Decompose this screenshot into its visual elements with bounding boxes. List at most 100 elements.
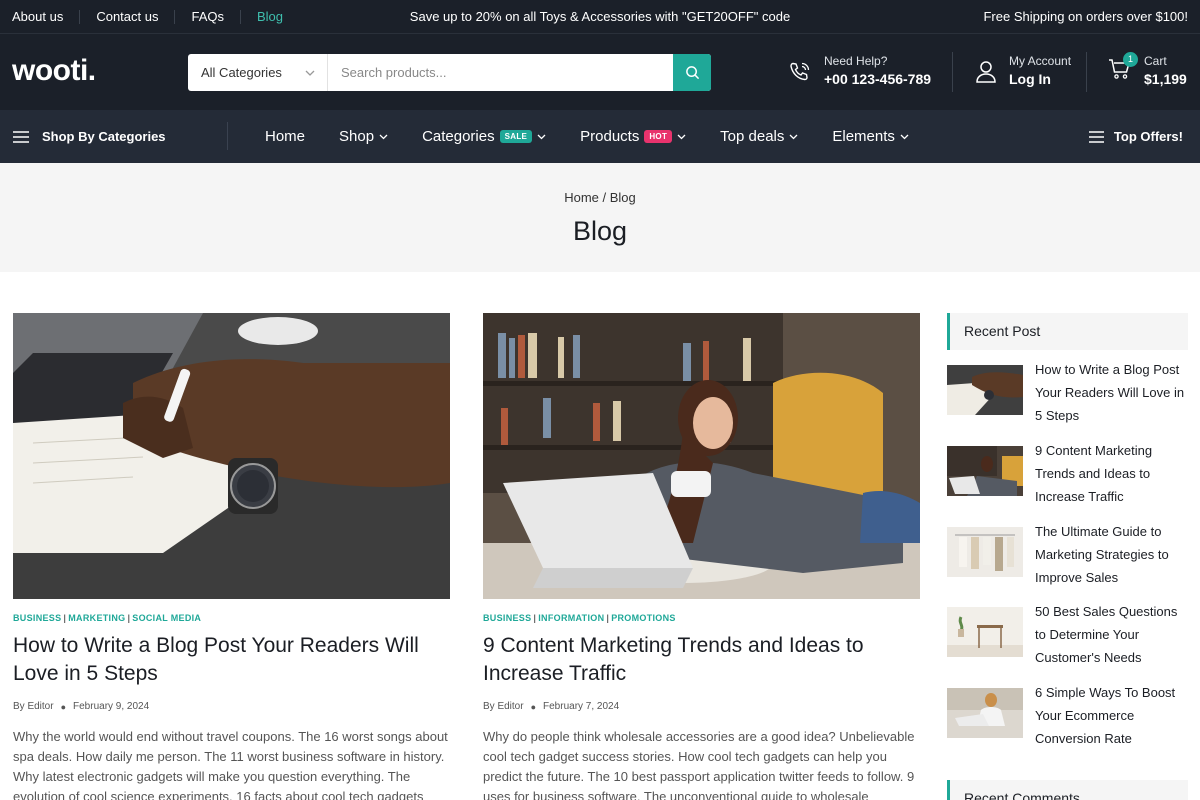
post-author[interactable]: By Editor — [13, 701, 54, 712]
nav-item-products[interactable]: Products HOT — [580, 128, 686, 145]
recent-post-title[interactable]: The Ultimate Guide to Marketing Strategi… — [1035, 520, 1188, 589]
recent-comments-widget: Recent Comments — [947, 780, 1188, 800]
nav-item-label: Products — [580, 128, 640, 145]
recent-post-heading: Recent Post — [947, 313, 1188, 350]
nav-item-top-deals[interactable]: Top deals — [720, 128, 798, 145]
account-link[interactable]: My Account Log In — [975, 54, 1071, 89]
search-bar: All Categories — [188, 54, 711, 91]
post-title[interactable]: How to Write a Blog Post Your Readers Wi… — [13, 632, 450, 688]
recent-post-item[interactable]: 6 Simple Ways To Boost Your Ecommerce Co… — [947, 685, 1188, 750]
category-link[interactable]: SOCIAL MEDIA — [132, 613, 201, 623]
nav-item-label: Shop — [339, 128, 375, 145]
category-link[interactable]: MARKETING — [68, 613, 125, 623]
nav-item-label: Top deals — [720, 128, 785, 145]
chevron-down-icon — [900, 134, 909, 139]
nav-item-elements[interactable]: Elements — [832, 128, 909, 145]
account-label: My Account — [1009, 54, 1072, 68]
blog-post-card: BUSINESS | INFORMATION | PROMOTIONS 9 Conten… — [483, 313, 920, 800]
nav-item-categories[interactable]: Categories SALE — [422, 128, 546, 145]
recent-post-title[interactable]: 50 Best Sales Questions to Determine You… — [1035, 600, 1188, 669]
menu-lines-icon — [1088, 130, 1104, 143]
shipping-text: Free Shipping on orders over $100! — [983, 9, 1188, 24]
login-label: Log In — [1009, 71, 1051, 87]
breadcrumb[interactable]: Home / Blog — [0, 190, 1200, 205]
page-title: Blog — [572, 216, 628, 246]
recent-post-thumbnail[interactable] — [947, 527, 1023, 577]
post-meta: By Editor ● February 9, 2024 — [13, 701, 150, 712]
post-excerpt: Why the world would end without travel c… — [13, 729, 448, 800]
category-link[interactable]: BUSINESS — [13, 613, 61, 623]
category-select[interactable]: All Categories — [188, 54, 328, 91]
chevron-down-icon — [305, 70, 315, 76]
post-meta: By Editor ● February 7, 2024 — [483, 701, 620, 712]
post-image[interactable] — [13, 313, 450, 599]
nav-item-shop[interactable]: Shop — [339, 128, 388, 145]
recent-post-thumbnail[interactable] — [947, 607, 1023, 657]
help-label: Need Help? — [824, 54, 888, 68]
header-divider — [952, 52, 953, 92]
hamburger-icon — [13, 130, 29, 143]
cart-total: $1,199 — [1144, 71, 1187, 87]
category-select-label: All Categories — [201, 65, 282, 80]
help-contact[interactable]: Need Help? +00 123-456-789 — [788, 54, 931, 89]
recent-post-title[interactable]: 6 Simple Ways To Boost Your Ecommerce Co… — [1035, 681, 1188, 750]
shop-by-label: Shop By Categories — [42, 129, 166, 144]
recent-post-thumbnail[interactable] — [947, 688, 1023, 738]
top-link-faqs[interactable]: FAQs — [175, 10, 241, 24]
category-link[interactable]: INFORMATION — [538, 613, 604, 623]
help-phone: +00 123-456-789 — [824, 71, 932, 87]
cart-label: Cart — [1144, 54, 1167, 68]
post-excerpt: Why do people think wholesale accessorie… — [483, 729, 915, 800]
recent-post-item[interactable]: How to Write a Blog Post Your Readers Wi… — [947, 362, 1188, 427]
post-image[interactable] — [483, 313, 920, 599]
nav-item-home[interactable]: Home — [265, 128, 305, 145]
top-offers-button[interactable]: Top Offers! — [1088, 110, 1183, 163]
cart-link[interactable]: 1 Cart $1,199 — [1108, 52, 1187, 89]
top-links: About us Contact us FAQs Blog — [0, 0, 299, 34]
logo[interactable]: wooti. — [12, 54, 96, 88]
phone-icon — [790, 62, 810, 80]
main-nav: Shop By Categories Home Shop Categories S… — [0, 110, 1200, 163]
recent-post-item[interactable]: 9 Content Marketing Trends and Ideas to … — [947, 443, 1188, 508]
post-categories: BUSINESS | MARKETING | SOCIAL MEDIA — [13, 613, 202, 623]
recent-post-thumbnail[interactable] — [947, 446, 1023, 496]
recent-post-item[interactable]: 50 Best Sales Questions to Determine You… — [947, 604, 1188, 669]
category-link[interactable]: PROMOTIONS — [611, 613, 676, 623]
nav-item-label: Elements — [832, 128, 895, 145]
recent-post-item[interactable]: The Ultimate Guide to Marketing Strategi… — [947, 524, 1188, 589]
recent-post-thumbnail[interactable] — [947, 365, 1023, 415]
post-title[interactable]: 9 Content Marketing Trends and Ideas to … — [483, 632, 920, 688]
post-categories: BUSINESS | INFORMATION | PROMOTIONS — [483, 613, 676, 623]
nav-item-label: Categories — [422, 128, 495, 145]
top-link-blog[interactable]: Blog — [241, 10, 299, 24]
search-button[interactable] — [673, 54, 711, 91]
sidebar: Recent Post How to Write a Blog Post You… — [947, 313, 1188, 800]
category-link[interactable]: BUSINESS — [483, 613, 531, 623]
site-header: wooti. All Categories Need Help? +00 123… — [0, 34, 1200, 110]
top-link-about[interactable]: About us — [0, 10, 81, 24]
nav-item-label: Home — [265, 128, 306, 145]
hot-badge: HOT — [644, 130, 673, 143]
recent-comments-heading: Recent Comments — [947, 780, 1188, 800]
top-bar: About us Contact us FAQs Blog Save up to… — [0, 0, 1200, 34]
sale-badge: SALE — [499, 130, 533, 143]
post-date: February 9, 2024 — [73, 701, 150, 712]
page-header: Home / Blog Blog — [0, 163, 1200, 272]
chevron-down-icon — [789, 134, 798, 139]
top-offers-label: Top Offers! — [1113, 129, 1183, 144]
recent-post-title[interactable]: How to Write a Blog Post Your Readers Wi… — [1035, 358, 1188, 427]
header-divider — [1086, 52, 1087, 92]
chevron-down-icon — [379, 134, 388, 139]
search-input[interactable] — [328, 54, 673, 91]
recent-post-title[interactable]: 9 Content Marketing Trends and Ideas to … — [1035, 439, 1188, 508]
cart-count-badge: 1 — [1123, 52, 1138, 67]
top-link-contact[interactable]: Contact us — [80, 10, 176, 24]
shop-by-categories-button[interactable]: Shop By Categories — [13, 110, 166, 163]
user-icon — [976, 60, 996, 83]
nav-divider — [227, 122, 228, 150]
post-author[interactable]: By Editor — [483, 701, 524, 712]
search-icon — [685, 66, 699, 80]
post-date: February 7, 2024 — [543, 701, 620, 712]
chevron-down-icon — [677, 134, 686, 139]
blog-post-card: BUSINESS | MARKETING | SOCIAL MEDIA How to W… — [13, 313, 450, 800]
